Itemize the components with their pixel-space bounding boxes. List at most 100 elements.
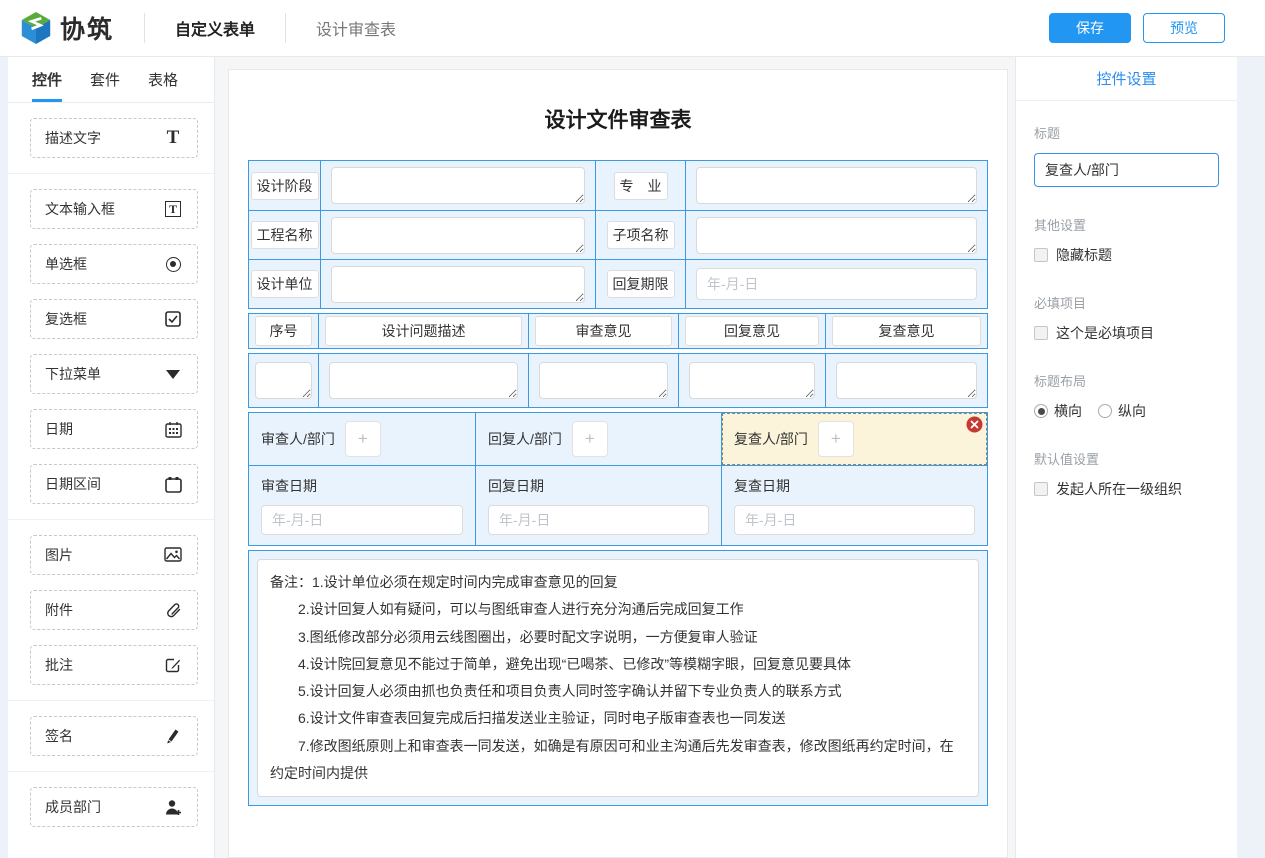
field-label-subitem-name[interactable]: 子项名称 <box>607 221 675 249</box>
add-member-button[interactable]: + <box>345 421 381 457</box>
layout-horizontal-radio[interactable]: 横向 <box>1034 401 1082 421</box>
control-item-date-range[interactable]: 日期区间 <box>30 464 198 504</box>
reviewer-dept-cell[interactable]: 审查人/部门 + <box>249 413 476 465</box>
nav-custom-form[interactable]: 自定义表单 <box>175 16 255 40</box>
annotate-icon <box>163 655 183 675</box>
divider <box>8 771 214 772</box>
issues-header-row: 序号 设计问题描述 审查意见 回复意见 复查意见 <box>248 313 988 349</box>
subitem-name-textarea[interactable] <box>696 217 977 254</box>
field-label-reply-deadline[interactable]: 回复期限 <box>607 270 675 298</box>
required-option-label: 这个是必填项目 <box>1056 323 1154 343</box>
divider <box>285 13 286 43</box>
review-opinion-textarea[interactable] <box>539 362 668 399</box>
project-name-textarea[interactable] <box>331 217 585 254</box>
rechecker-dept-cell-selected[interactable]: 复查人/部门 + <box>722 413 987 465</box>
control-item-description-text[interactable]: 描述文字 T <box>30 118 198 158</box>
control-item-radio[interactable]: 单选框 <box>30 244 198 284</box>
add-member-button[interactable]: + <box>572 421 608 457</box>
tab-kits[interactable]: 套件 <box>90 57 120 102</box>
paperclip-icon <box>163 600 183 620</box>
divider <box>144 13 145 43</box>
calendar-range-icon <box>163 474 183 494</box>
settings-panel: 控件设置 标题 其他设置 隐藏标题 必填项目 这个是必填项目 标题布局 <box>1015 57 1237 858</box>
required-checkbox[interactable] <box>1034 326 1048 340</box>
divider <box>8 173 214 174</box>
control-item-annotation[interactable]: 批注 <box>30 645 198 685</box>
required-settings-label: 必填项目 <box>1034 293 1219 312</box>
logo-cube-icon <box>20 10 52 46</box>
person-date-table: 审查人/部门 + 回复人/部门 + 复查人/部门 + <box>248 412 988 546</box>
save-button[interactable]: 保存 <box>1049 13 1131 43</box>
review-date-cell: 审查日期 <box>249 466 476 545</box>
field-label-specialty[interactable]: 专 业 <box>614 172 668 200</box>
recheck-date-cell: 复查日期 <box>722 466 987 545</box>
issues-input-row <box>248 353 988 408</box>
default-org-option-label: 发起人所在一级组织 <box>1056 479 1182 499</box>
palette-tabs: 控件 套件 表格 <box>8 57 214 103</box>
reply-opinion-textarea[interactable] <box>689 362 815 399</box>
info-table: 设计阶段 专 业 工程名称 子项名称 设计单位 回复期限 <box>248 160 988 309</box>
column-header-reply-opinion[interactable]: 回复意见 <box>685 316 819 346</box>
field-label-design-phase[interactable]: 设计阶段 <box>251 172 319 200</box>
text-input-icon: T <box>163 199 183 219</box>
replier-dept-cell[interactable]: 回复人/部门 + <box>476 413 722 465</box>
control-item-image[interactable]: 图片 <box>30 535 198 575</box>
tab-controls[interactable]: 控件 <box>32 57 62 102</box>
issue-desc-textarea[interactable] <box>329 362 518 399</box>
recheck-opinion-textarea[interactable] <box>836 362 977 399</box>
recheck-date-label: 复查日期 <box>734 476 975 496</box>
reply-date-label: 回复日期 <box>488 476 709 496</box>
notes-section: 备注：1.设计单位必须在规定时间内完成审查意见的回复 2.设计回复人如有疑问，可… <box>248 550 988 806</box>
canvas-area: 设计文件审查表 设计阶段 专 业 工程名称 子项名称 <box>215 57 1015 858</box>
default-org-checkbox[interactable] <box>1034 482 1048 496</box>
control-item-checkbox[interactable]: 复选框 <box>30 299 198 339</box>
design-unit-textarea[interactable] <box>331 266 585 303</box>
control-item-dropdown[interactable]: 下拉菜单 <box>30 354 198 394</box>
column-header-seq[interactable]: 序号 <box>255 316 312 346</box>
checkbox-icon <box>163 309 183 329</box>
control-palette: 控件 套件 表格 描述文字 T 文本输入框 T 单选框 复选框 <box>8 57 215 858</box>
settings-panel-title: 控件设置 <box>1016 57 1237 101</box>
add-member-button[interactable]: + <box>818 421 854 457</box>
pen-icon <box>163 726 183 746</box>
control-item-attachment[interactable]: 附件 <box>30 590 198 630</box>
divider <box>8 519 214 520</box>
field-label-project-name[interactable]: 工程名称 <box>251 221 319 249</box>
control-item-date[interactable]: 日期 <box>30 409 198 449</box>
field-label-design-unit[interactable]: 设计单位 <box>251 270 319 298</box>
column-header-recheck-opinion[interactable]: 复查意见 <box>832 316 981 346</box>
control-item-member-dept[interactable]: 成员部门 <box>30 787 198 827</box>
radio-icon <box>163 254 183 274</box>
preview-button[interactable]: 预览 <box>1143 13 1225 43</box>
tab-tables[interactable]: 表格 <box>148 57 178 102</box>
reply-deadline-date-input[interactable] <box>696 268 977 300</box>
other-settings-label: 其他设置 <box>1034 215 1219 234</box>
nav-form-name[interactable]: 设计审查表 <box>316 16 396 40</box>
title-setting-label: 标题 <box>1034 123 1219 142</box>
logo-text: 协筑 <box>60 10 114 46</box>
column-header-issue-desc[interactable]: 设计问题描述 <box>325 316 522 346</box>
recheck-date-input[interactable] <box>734 505 975 535</box>
control-list: 描述文字 T 文本输入框 T 单选框 复选框 下拉菜单 <box>8 103 214 852</box>
default-value-label: 默认值设置 <box>1034 449 1219 468</box>
radio-unselected-icon <box>1098 404 1112 418</box>
title-layout-label: 标题布局 <box>1034 371 1219 390</box>
design-phase-textarea[interactable] <box>331 167 585 204</box>
image-icon <box>163 545 183 565</box>
text-serif-icon: T <box>163 128 183 148</box>
control-item-text-input[interactable]: 文本输入框 T <box>30 189 198 229</box>
review-date-input[interactable] <box>261 505 463 535</box>
close-icon[interactable] <box>966 416 983 433</box>
divider <box>8 700 214 701</box>
seq-textarea[interactable] <box>255 362 312 399</box>
notes-text[interactable]: 备注：1.设计单位必须在规定时间内完成审查意见的回复 2.设计回复人如有疑问，可… <box>257 559 979 797</box>
hide-title-checkbox[interactable] <box>1034 248 1048 262</box>
control-item-signature[interactable]: 签名 <box>30 716 198 756</box>
specialty-textarea[interactable] <box>696 167 977 204</box>
reply-date-input[interactable] <box>488 505 709 535</box>
layout-vertical-radio[interactable]: 纵向 <box>1098 401 1146 421</box>
member-add-icon <box>163 797 183 817</box>
control-title-input[interactable] <box>1034 153 1219 187</box>
column-header-review-opinion[interactable]: 审查意见 <box>535 316 672 346</box>
app-logo: 协筑 <box>20 10 114 46</box>
